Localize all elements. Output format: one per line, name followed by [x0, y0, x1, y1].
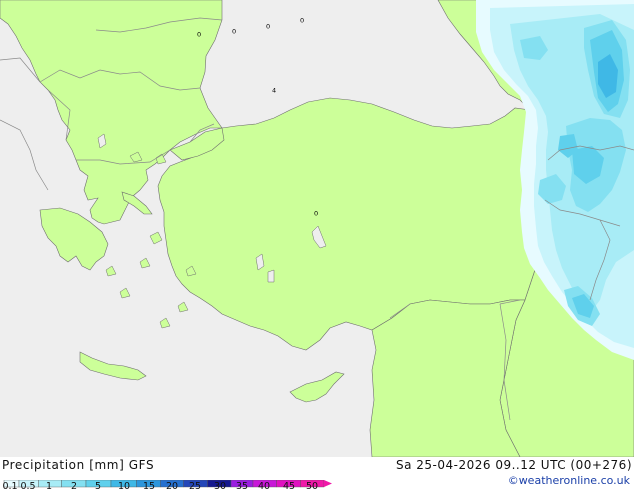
- legend-tick-label: 35: [235, 481, 249, 492]
- precipitation-legend: 0.1 0.5 1 2 5 10 15 20 25 30 35 40 45 50: [2, 473, 332, 492]
- valid-time: Sa 25-04-2026 09..12 UTC (00+276): [395, 458, 632, 472]
- land-levant: [369, 299, 526, 457]
- value-label: 0: [314, 210, 318, 218]
- legend-tick-label: 30: [213, 481, 227, 492]
- legend-tick-label: 25: [188, 481, 202, 492]
- legend-tick-label: 5: [94, 481, 102, 492]
- legend-tick-label: 1: [45, 481, 53, 492]
- legend-tick-label: 45: [282, 481, 296, 492]
- credit-link[interactable]: ©weatheronline.co.uk: [508, 474, 630, 487]
- value-label: 0: [266, 23, 270, 31]
- footer: Precipitation [mm] GFS Sa 25-04-2026 09.…: [0, 457, 634, 492]
- legend-arrow: [324, 480, 332, 487]
- value-label: 0: [232, 28, 236, 36]
- map-title: Precipitation [mm] GFS: [2, 458, 155, 472]
- value-label: 4: [272, 87, 276, 95]
- legend-tick-label: 15: [142, 481, 156, 492]
- legend-tick-label: 40: [257, 481, 271, 492]
- value-label: 0: [300, 17, 304, 25]
- legend-tick-label: 10: [117, 481, 131, 492]
- legend-tick-label: 20: [165, 481, 179, 492]
- precipitation-map: 0 0 1 4 0 1 3 2 1 1 0 0 0 0 4 0: [0, 0, 634, 457]
- legend-tick-label: 2: [70, 481, 78, 492]
- legend-tick-label: 50: [305, 481, 319, 492]
- legend-tick-label: 0.1: [2, 481, 18, 492]
- legend-tick-label: 0.5: [20, 481, 36, 492]
- value-label: 0: [197, 31, 201, 39]
